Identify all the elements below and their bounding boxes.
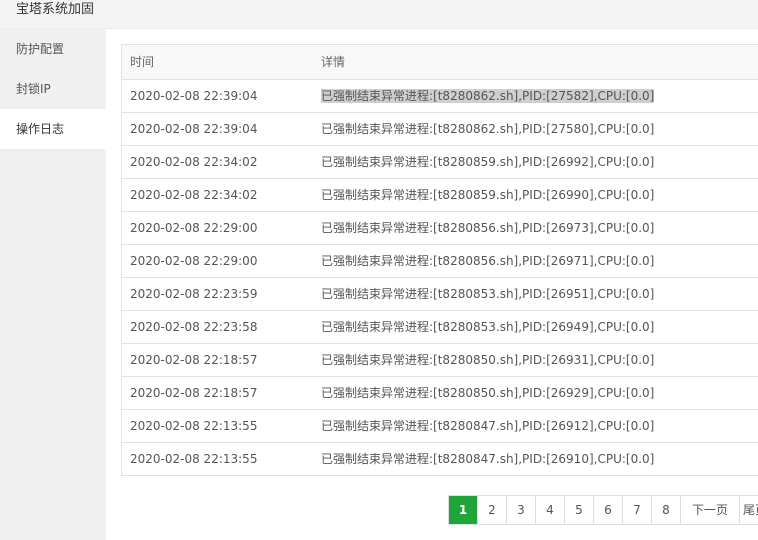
cell-time: 2020-02-08 22:39:04: [122, 112, 313, 146]
log-table-container: 时间 详情 2020-02-08 22:39:04 已强制结束异常进程:[t82…: [121, 44, 758, 476]
cell-time: 2020-02-08 22:18:57: [122, 376, 313, 410]
table-row: 2020-02-08 22:23:58 已强制结束异常进程:[t8280853.…: [122, 310, 758, 344]
log-table: 时间 详情 2020-02-08 22:39:04 已强制结束异常进程:[t82…: [122, 45, 758, 476]
page-button-1[interactable]: 1: [449, 496, 478, 524]
page-button-5[interactable]: 5: [565, 496, 594, 524]
page-button-6[interactable]: 6: [594, 496, 623, 524]
cell-detail: 已强制结束异常进程:[t8280856.sh],PID:[26971],CPU:…: [313, 244, 758, 278]
cell-detail: 已强制结束异常进程:[t8280850.sh],PID:[26931],CPU:…: [313, 343, 758, 377]
table-row: 2020-02-08 22:13:55 已强制结束异常进程:[t8280847.…: [122, 409, 758, 443]
page-button-2[interactable]: 2: [478, 496, 507, 524]
table-row: 2020-02-08 22:34:02 已强制结束异常进程:[t8280859.…: [122, 145, 758, 179]
cell-detail: 已强制结束异常进程:[t8280859.sh],PID:[26990],CPU:…: [313, 178, 758, 212]
cell-detail: 已强制结束异常进程:[t8280850.sh],PID:[26929],CPU:…: [313, 376, 758, 410]
cell-detail: 已强制结束异常进程:[t8280853.sh],PID:[26951],CPU:…: [313, 277, 758, 311]
sidebar-item-blocked-ip[interactable]: 封锁IP: [0, 69, 106, 109]
table-header-row: 时间 详情: [122, 45, 758, 80]
table-row: 2020-02-08 22:18:57 已强制结束异常进程:[t8280850.…: [122, 376, 758, 410]
cell-detail: 已强制结束异常进程:[t8280856.sh],PID:[26973],CPU:…: [313, 211, 758, 245]
cell-time: 2020-02-08 22:34:02: [122, 178, 313, 212]
cell-time: 2020-02-08 22:34:02: [122, 145, 313, 179]
column-header-detail[interactable]: 详情: [313, 45, 758, 80]
cell-time: 2020-02-08 22:13:55: [122, 409, 313, 443]
next-page-button[interactable]: 下一页: [681, 496, 740, 524]
table-row: 2020-02-08 22:34:02 已强制结束异常进程:[t8280859.…: [122, 178, 758, 212]
cell-time: 2020-02-08 22:18:57: [122, 343, 313, 377]
cell-time: 2020-02-08 22:23:58: [122, 310, 313, 344]
cell-detail: 已强制结束异常进程:[t8280862.sh],PID:[27582],CPU:…: [313, 79, 758, 113]
selected-text[interactable]: 已强制结束异常进程:[t8280862.sh],PID:[27582],CPU:…: [321, 89, 655, 103]
table-row: 2020-02-08 22:29:00 已强制结束异常进程:[t8280856.…: [122, 211, 758, 245]
cell-time: 2020-02-08 22:29:00: [122, 211, 313, 245]
column-header-time[interactable]: 时间: [122, 45, 313, 80]
cell-time: 2020-02-08 22:29:00: [122, 244, 313, 278]
last-page-button[interactable]: 尾页: [740, 496, 758, 524]
sidebar-item-protection-config[interactable]: 防护配置: [0, 29, 106, 69]
sidebar-item-operation-log[interactable]: 操作日志: [0, 109, 106, 149]
table-row: 2020-02-08 22:39:04 已强制结束异常进程:[t8280862.…: [122, 112, 758, 146]
table-row: 2020-02-08 22:13:55 已强制结束异常进程:[t8280847.…: [122, 442, 758, 476]
cell-detail: 已强制结束异常进程:[t8280847.sh],PID:[26910],CPU:…: [313, 442, 758, 476]
table-row: 2020-02-08 22:23:59 已强制结束异常进程:[t8280853.…: [122, 277, 758, 311]
cell-time: 2020-02-08 22:13:55: [122, 442, 313, 476]
window-title: 宝塔系统加固: [16, 2, 95, 17]
page-button-4[interactable]: 4: [536, 496, 565, 524]
sidebar: 防护配置 封锁IP 操作日志: [0, 29, 106, 540]
title-bar: 宝塔系统加固: [0, 0, 758, 29]
table-row: 2020-02-08 22:29:00 已强制结束异常进程:[t8280856.…: [122, 244, 758, 278]
pagination: 1 2 3 4 5 6 7 8 下一页 尾页: [448, 495, 758, 525]
cell-detail: 已强制结束异常进程:[t8280847.sh],PID:[26912],CPU:…: [313, 409, 758, 443]
log-table-body: 2020-02-08 22:39:04 已强制结束异常进程:[t8280862.…: [122, 79, 758, 476]
table-row: 2020-02-08 22:18:57 已强制结束异常进程:[t8280850.…: [122, 343, 758, 377]
cell-time: 2020-02-08 22:39:04: [122, 79, 313, 113]
cell-detail: 已强制结束异常进程:[t8280859.sh],PID:[26992],CPU:…: [313, 145, 758, 179]
cell-detail: 已强制结束异常进程:[t8280853.sh],PID:[26949],CPU:…: [313, 310, 758, 344]
table-row: 2020-02-08 22:39:04 已强制结束异常进程:[t8280862.…: [122, 79, 758, 113]
cell-time: 2020-02-08 22:23:59: [122, 277, 313, 311]
page-button-3[interactable]: 3: [507, 496, 536, 524]
page-button-8[interactable]: 8: [652, 496, 681, 524]
cell-detail: 已强制结束异常进程:[t8280862.sh],PID:[27580],CPU:…: [313, 112, 758, 146]
page-button-7[interactable]: 7: [623, 496, 652, 524]
window: 宝塔系统加固 防护配置 封锁IP 操作日志 时间 详情 2020-02-08 2…: [0, 0, 758, 540]
